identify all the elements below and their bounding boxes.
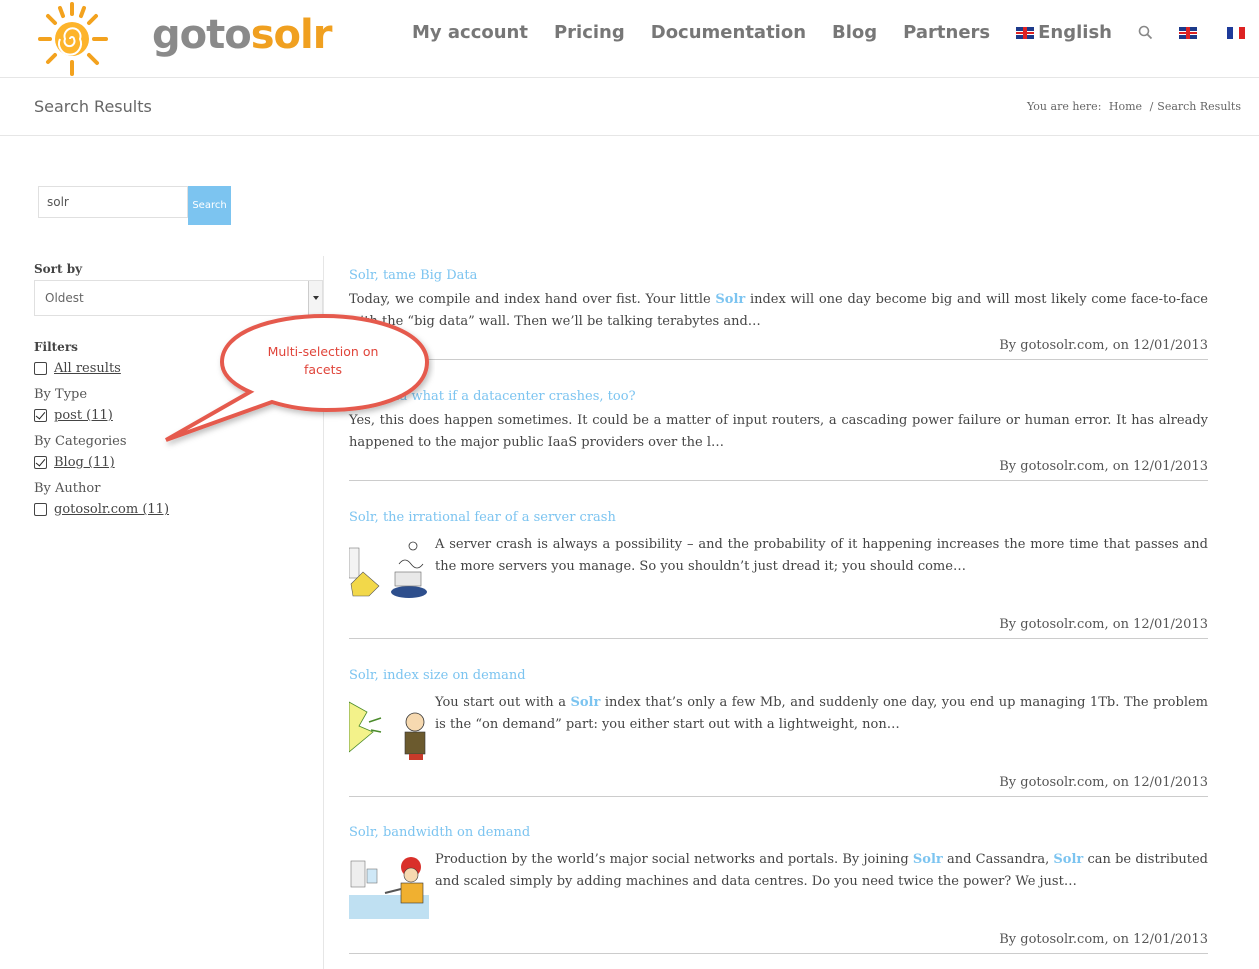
- facet-group-author: By Author: [34, 481, 101, 496]
- site-logo[interactable]: gotosolr: [32, 0, 332, 78]
- result-meta: By gotosolr.com, on 12/01/2013: [999, 338, 1208, 353]
- nav-documentation[interactable]: Documentation: [651, 22, 806, 43]
- result-excerpt: Yes, this does happen sometimes. It coul…: [349, 413, 1208, 450]
- title-bar: Search Results You are here: Home / Searc…: [0, 79, 1259, 136]
- logo-wordmark: gotosolr: [152, 12, 333, 58]
- result-thumbnail[interactable]: [349, 534, 429, 604]
- breadcrumb-separator: /: [1149, 100, 1154, 113]
- nav-lang-fr[interactable]: [1227, 26, 1245, 39]
- filters-label: Filters: [34, 340, 78, 354]
- result-excerpt: You start out with a Solr index that’s o…: [435, 695, 1208, 732]
- logo-goto: goto: [152, 12, 252, 58]
- callout-line-2: facets: [303, 362, 343, 377]
- facet-all-results-label[interactable]: All results: [54, 361, 121, 376]
- facet-group-categories: By Categories: [34, 434, 127, 449]
- highlight: Solr: [1053, 852, 1084, 867]
- checkbox-category-blog[interactable]: [34, 456, 47, 469]
- result-title[interactable]: Solr, bandwidth on demand: [349, 825, 1208, 840]
- annotation-callout: [165, 313, 430, 442]
- nav-my-account[interactable]: My account: [412, 22, 528, 43]
- result-meta: By gotosolr.com, on 12/01/2013: [999, 617, 1208, 632]
- search-button[interactable]: Search: [188, 186, 231, 225]
- result-thumbnail[interactable]: [349, 692, 429, 762]
- search-icon: [1138, 25, 1153, 40]
- nav-blog[interactable]: Blog: [832, 22, 877, 43]
- facet-type-post-label[interactable]: post (11): [54, 408, 113, 423]
- sort-select[interactable]: Oldest: [34, 280, 323, 316]
- result-title[interactable]: Solr, tame Big Data: [349, 268, 1208, 283]
- result-title[interactable]: Solr, and what if a datacenter crashes, …: [349, 389, 1208, 404]
- callout-line-1: Multi-selection on: [267, 344, 379, 359]
- nav-partners[interactable]: Partners: [903, 22, 990, 43]
- result-divider: [349, 359, 1208, 360]
- logo-solr: solr: [250, 12, 333, 58]
- nav-lang-en[interactable]: [1179, 26, 1201, 39]
- result-meta: By gotosolr.com, on 12/01/2013: [999, 459, 1208, 474]
- result-divider: [349, 953, 1208, 954]
- page-title: Search Results: [34, 97, 152, 116]
- facet-type-post[interactable]: post (11): [34, 408, 113, 423]
- result-divider: [349, 480, 1208, 481]
- dropdown-arrow-icon: [308, 281, 322, 315]
- breadcrumb: You are here: Home / Search Results: [1027, 100, 1241, 113]
- result-item: Solr, and what if a datacenter crashes, …: [349, 389, 1208, 481]
- highlight: Solr: [570, 695, 601, 710]
- site-header: gotosolr My account Pricing Documentatio…: [0, 0, 1259, 78]
- search-input[interactable]: [38, 186, 188, 218]
- callout-text: Multi-selection on facets: [248, 343, 398, 379]
- main-nav: My account Pricing Documentation Blog Pa…: [386, 22, 1245, 43]
- nav-pricing[interactable]: Pricing: [554, 22, 625, 43]
- facet-group-type: By Type: [34, 387, 88, 402]
- sun-logo-icon: [38, 2, 108, 76]
- result-excerpt: Today, we compile and index hand over fi…: [349, 292, 1208, 329]
- result-title[interactable]: Solr, the irrational fear of a server cr…: [349, 510, 1208, 525]
- nav-language[interactable]: English: [1016, 22, 1112, 43]
- result-item: Solr, tame Big Data Today, we compile an…: [349, 268, 1208, 360]
- result-thumbnail[interactable]: [349, 849, 429, 919]
- result-divider: [349, 796, 1208, 797]
- highlight: Solr: [912, 852, 943, 867]
- uk-flag-icon: [1179, 26, 1197, 39]
- uk-flag-icon: [1016, 26, 1035, 39]
- breadcrumb-prefix: You are here:: [1027, 100, 1102, 113]
- result-meta: By gotosolr.com, on 12/01/2013: [999, 932, 1208, 947]
- result-item: Solr, index size on demand You start out…: [349, 668, 1208, 797]
- nav-language-label: English: [1038, 22, 1112, 43]
- result-divider: [349, 638, 1208, 639]
- facet-author[interactable]: gotosolr.com (11): [34, 502, 169, 517]
- result-excerpt: Production by the world’s major social n…: [435, 852, 1208, 889]
- search-form: Search: [38, 186, 231, 225]
- breadcrumb-current: Search Results: [1157, 100, 1241, 113]
- result-item: Solr, the irrational fear of a server cr…: [349, 510, 1208, 639]
- facet-category-blog-label[interactable]: Blog (11): [54, 455, 115, 470]
- result-item: Solr, bandwidth on demand Production by …: [349, 825, 1208, 954]
- result-excerpt: A server crash is always a possibility –…: [435, 537, 1208, 574]
- facet-all-results[interactable]: All results: [34, 361, 121, 376]
- breadcrumb-home[interactable]: Home: [1109, 100, 1142, 113]
- checkbox-type-post[interactable]: [34, 409, 47, 422]
- fr-flag-icon: [1227, 26, 1245, 39]
- nav-search[interactable]: [1138, 25, 1153, 40]
- result-meta: By gotosolr.com, on 12/01/2013: [999, 775, 1208, 790]
- facet-category-blog[interactable]: Blog (11): [34, 455, 115, 470]
- sort-select-value: Oldest: [45, 291, 84, 305]
- highlight: Solr: [715, 292, 746, 307]
- checkbox-author[interactable]: [34, 503, 47, 516]
- sort-by-label: Sort by: [34, 262, 83, 276]
- result-title[interactable]: Solr, index size on demand: [349, 668, 1208, 683]
- checkbox-all-results[interactable]: [34, 362, 47, 375]
- facet-author-label[interactable]: gotosolr.com (11): [54, 502, 169, 517]
